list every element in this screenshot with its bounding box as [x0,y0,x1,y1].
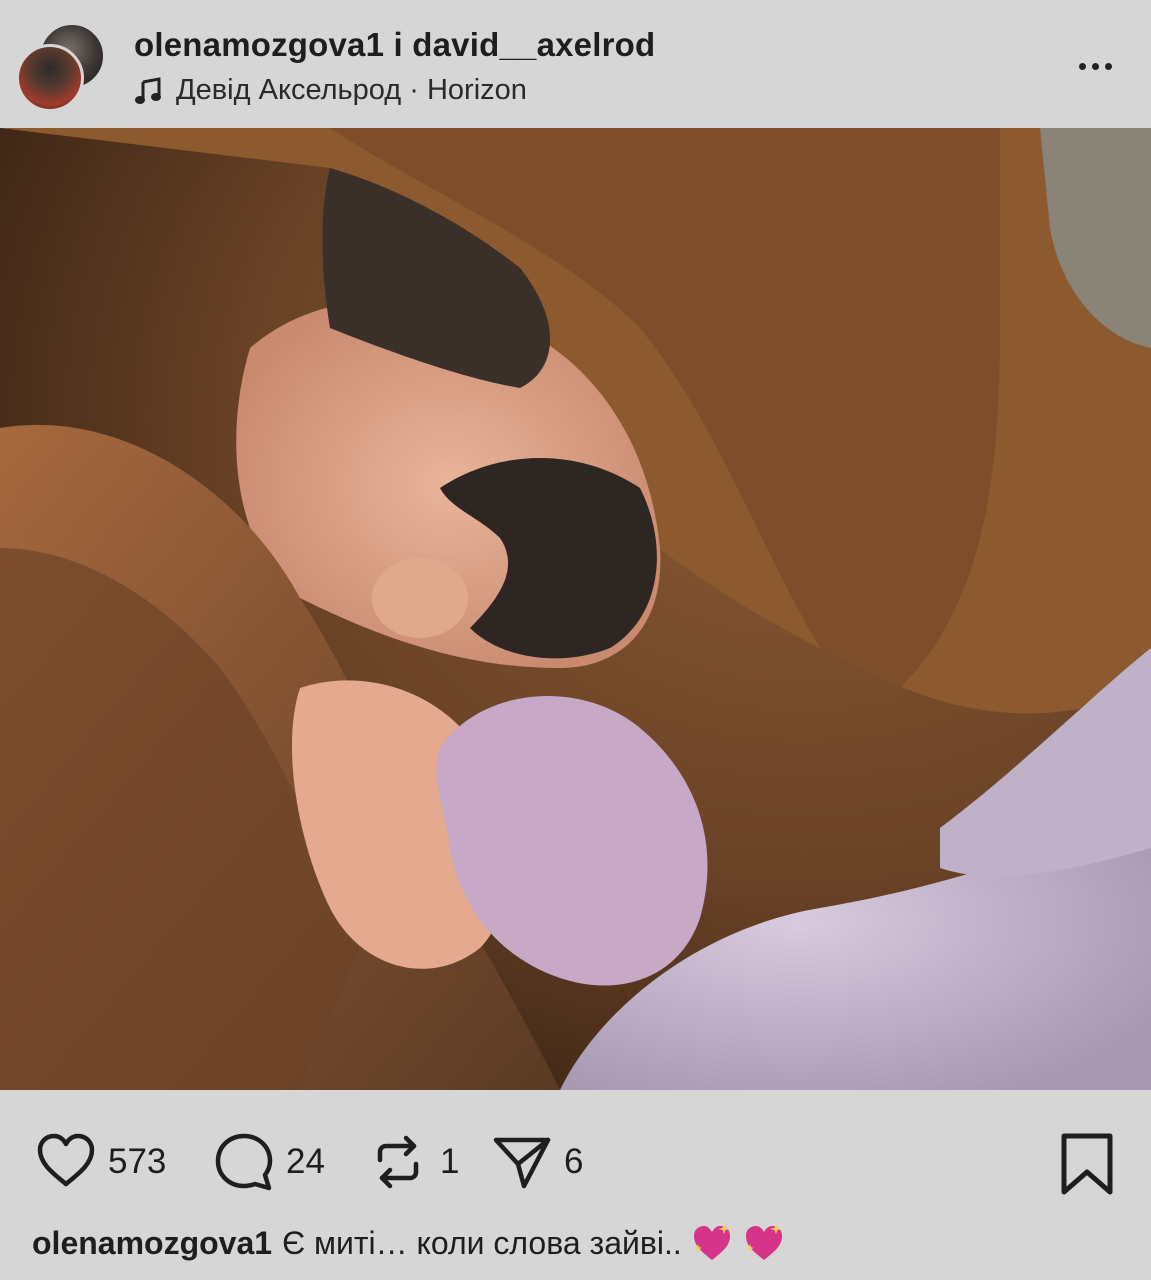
share-action[interactable]: 6 [490,1132,583,1192]
post-header: olenamozgova1 і david__axelrod Девід Акс… [0,0,1151,128]
music-info[interactable]: Девід Аксельрод · Horizon [134,74,527,107]
send-icon[interactable] [490,1130,554,1194]
repost-icon[interactable] [366,1130,430,1194]
bookmark-icon[interactable] [1052,1130,1122,1200]
comments-count: 24 [286,1142,325,1181]
action-bar: 573 24 1 6 [0,1090,1151,1220]
music-note-icon [135,76,161,104]
more-options-button[interactable] [1070,48,1120,84]
photo-illustration [0,128,1151,1090]
comment-icon[interactable] [212,1130,276,1194]
sparkling-heart-icon [693,1224,730,1260]
heart-icon[interactable] [34,1130,98,1194]
music-label: Девід Аксельрод · Horizon [176,74,527,106]
reposts-count: 1 [440,1142,460,1181]
shares-count: 6 [564,1142,584,1181]
avatar-group[interactable] [16,22,106,112]
comment-action[interactable]: 24 [212,1132,325,1192]
like-action[interactable]: 573 [34,1132,166,1192]
more-horizontal-icon [1078,62,1086,70]
repost-action[interactable]: 1 [366,1132,459,1192]
likes-count: 573 [108,1142,167,1181]
avatar-olena[interactable] [16,44,84,112]
post-authors[interactable]: olenamozgova1 і david__axelrod [134,26,655,64]
more-dot [1104,62,1112,70]
sparkling-heart-icon [745,1224,782,1260]
caption-text: Є миті… коли слова зайві.. [282,1224,682,1261]
more-dot [1091,62,1099,70]
post-photo[interactable] [0,128,1151,1090]
caption-username[interactable]: olenamozgova1 [32,1225,272,1262]
post-caption: olenamozgova1 Є миті… коли слова зайві.. [32,1222,786,1264]
